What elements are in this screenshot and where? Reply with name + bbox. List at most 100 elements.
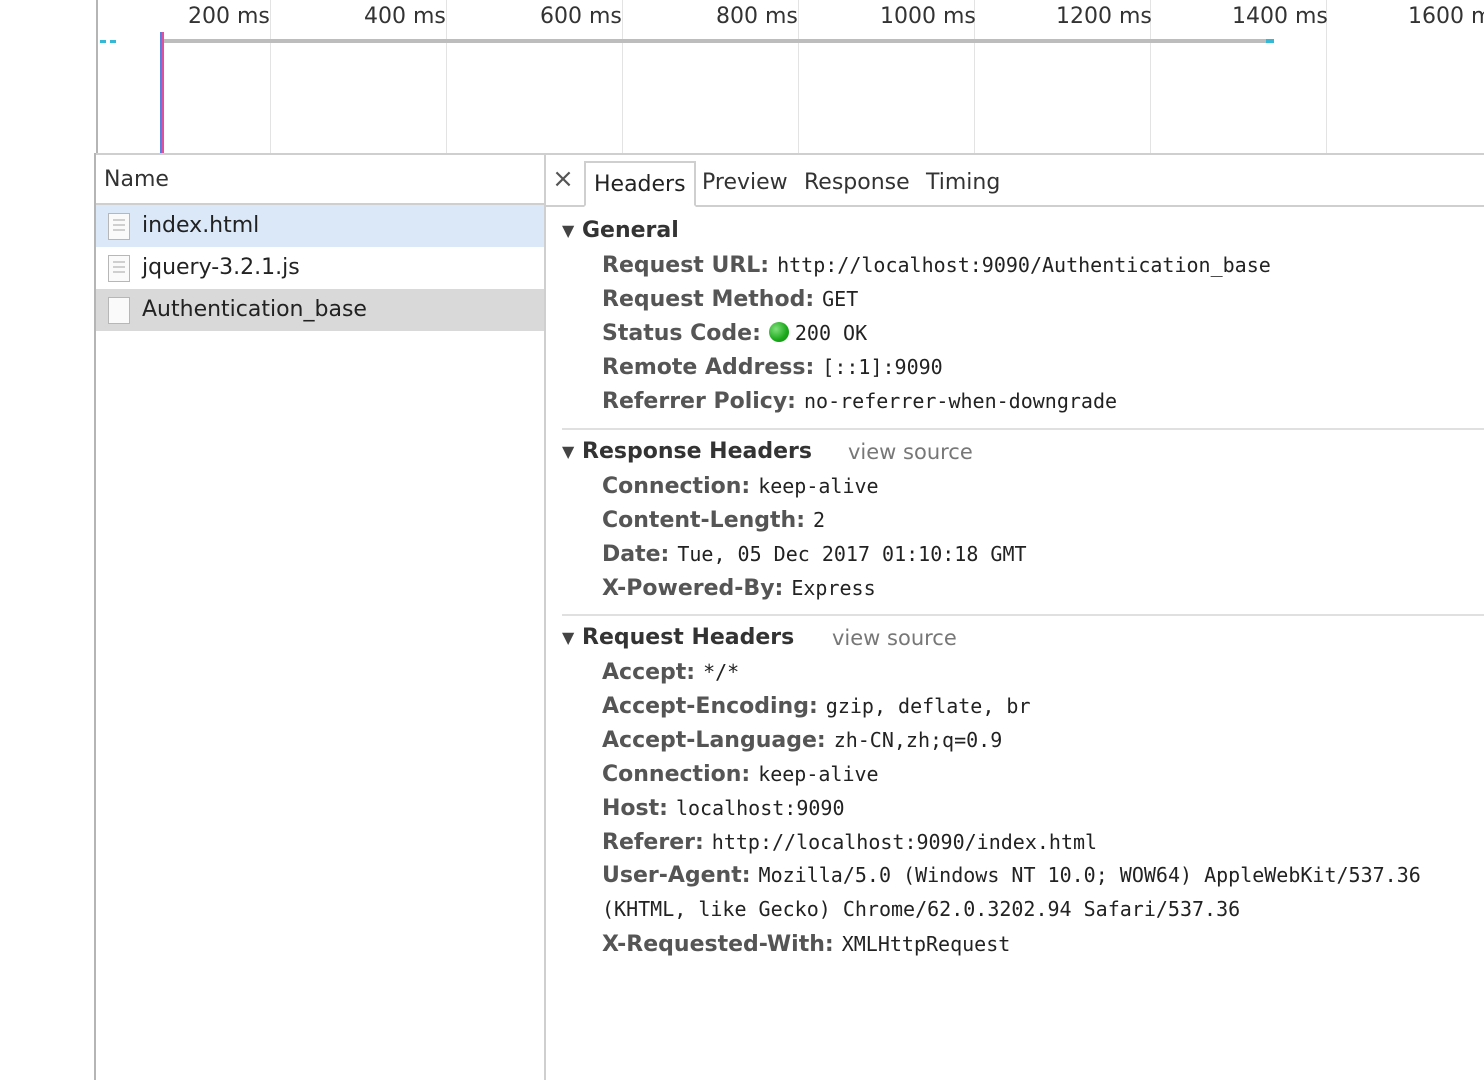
timeline-request-bar-end bbox=[1266, 39, 1274, 43]
header-value: gzip, deflate, br bbox=[825, 694, 1031, 718]
header-key: Connection: bbox=[602, 474, 751, 499]
document-icon bbox=[108, 213, 130, 240]
header-key: Remote Address: bbox=[602, 355, 815, 380]
status-ok-icon bbox=[768, 322, 789, 342]
header-key: Accept-Encoding: bbox=[602, 694, 818, 719]
header-row: Connection: keep-alive bbox=[562, 757, 1484, 791]
left-gutter bbox=[0, 153, 94, 1080]
header-row-user-agent: User-Agent: Mozilla/5.0 (Windows NT 10.0;… bbox=[562, 859, 1484, 927]
name-column-header[interactable]: Name bbox=[96, 155, 544, 205]
header-value: no-referrer-when-downgrade bbox=[803, 389, 1118, 413]
tick-label: 800 ms bbox=[716, 4, 798, 29]
header-value: http://localhost:9090/index.html bbox=[711, 830, 1098, 854]
header-key: Host: bbox=[602, 796, 668, 821]
request-row-jquery[interactable]: jquery-3.2.1.js bbox=[96, 247, 544, 289]
view-source-link[interactable]: view source bbox=[832, 621, 957, 655]
general-section-header[interactable]: ▼ General bbox=[562, 214, 1484, 248]
triangle-down-icon: ▼ bbox=[562, 442, 575, 461]
header-value: Tue, 05 Dec 2017 01:10:18 GMT bbox=[677, 542, 1027, 566]
load-event-marker bbox=[162, 32, 164, 153]
section-divider bbox=[562, 614, 1484, 616]
response-headers-section: ▼ Response Headers view source Connection… bbox=[562, 435, 1484, 605]
header-key: Accept: bbox=[602, 660, 696, 685]
request-details: × Headers Preview Response Timing ▼ Gener… bbox=[546, 155, 1484, 1080]
section-title: General bbox=[582, 218, 679, 243]
header-row: Referer: http://localhost:9090/index.html bbox=[562, 825, 1484, 859]
header-row: Accept-Encoding: gzip, deflate, br bbox=[562, 689, 1484, 723]
section-divider bbox=[562, 428, 1484, 430]
header-key: X-Powered-By: bbox=[602, 576, 784, 601]
header-value: [::1]:9090 bbox=[822, 355, 943, 379]
header-value: keep-alive bbox=[758, 474, 879, 498]
header-row: Date: Tue, 05 Dec 2017 01:10:18 GMT bbox=[562, 537, 1484, 571]
view-source-link[interactable]: view source bbox=[848, 435, 973, 469]
tick-label: 600 ms bbox=[540, 4, 622, 29]
header-value: 200 OK bbox=[794, 321, 868, 345]
close-details-button[interactable]: × bbox=[552, 164, 574, 194]
tab-response[interactable]: Response bbox=[796, 161, 918, 207]
request-row-authentication-base[interactable]: Authentication_base bbox=[96, 289, 544, 331]
header-row: Connection: keep-alive bbox=[562, 469, 1484, 503]
header-key: X-Requested-With: bbox=[602, 932, 834, 957]
header-row: X-Requested-With: XMLHttpRequest bbox=[562, 927, 1484, 961]
timeline-overview[interactable]: 200 ms 400 ms 600 ms 800 ms 1000 ms 1200… bbox=[0, 0, 1484, 155]
header-row-request-method: Request Method: GET bbox=[562, 282, 1484, 316]
section-title: Request Headers bbox=[582, 625, 795, 650]
request-headers-section-header[interactable]: ▼ Request Headers view source bbox=[562, 621, 1484, 655]
timeline-request-bar bbox=[100, 40, 106, 43]
header-row: Host: localhost:9090 bbox=[562, 791, 1484, 825]
header-row-request-url: Request URL: http://localhost:9090/Authen… bbox=[562, 248, 1484, 282]
header-value: http://localhost:9090/Authentication_bas… bbox=[777, 253, 1271, 277]
header-key: User-Agent: bbox=[602, 863, 751, 888]
header-row: Accept: */* bbox=[562, 655, 1484, 689]
triangle-down-icon: ▼ bbox=[562, 628, 575, 647]
header-key: Status Code: bbox=[602, 321, 761, 346]
timeline-request-bar bbox=[110, 40, 116, 43]
request-name: Authentication_base bbox=[142, 297, 367, 322]
timeline-left-gutter bbox=[0, 0, 96, 153]
script-file-icon bbox=[108, 255, 130, 282]
triangle-down-icon: ▼ bbox=[562, 221, 575, 240]
tab-timing[interactable]: Timing bbox=[918, 161, 1008, 207]
tab-preview[interactable]: Preview bbox=[694, 161, 796, 207]
header-key: Referrer Policy: bbox=[602, 389, 796, 414]
section-title: Response Headers bbox=[582, 439, 812, 464]
header-key: Content-Length: bbox=[602, 508, 805, 533]
request-name: index.html bbox=[142, 213, 260, 238]
header-row: X-Powered-By: Express bbox=[562, 571, 1484, 605]
header-row-status-code: Status Code: 200 OK bbox=[562, 316, 1484, 350]
header-key: Date: bbox=[602, 542, 670, 567]
header-key: Request URL: bbox=[602, 253, 770, 278]
tick-label: 1000 ms bbox=[880, 4, 976, 29]
header-value: */* bbox=[703, 660, 740, 684]
request-row-index-html[interactable]: index.html bbox=[96, 205, 544, 247]
header-key: Connection: bbox=[602, 762, 751, 787]
header-value: keep-alive bbox=[758, 762, 879, 786]
xhr-file-icon bbox=[108, 297, 130, 324]
tick-label: 1200 ms bbox=[1056, 4, 1152, 29]
response-headers-section-header[interactable]: ▼ Response Headers view source bbox=[562, 435, 1484, 469]
header-row: Content-Length: 2 bbox=[562, 503, 1484, 537]
header-value: zh-CN,zh;q=0.9 bbox=[833, 728, 1003, 752]
tick-gridline bbox=[270, 0, 271, 153]
tick-gridline bbox=[622, 0, 623, 153]
general-section: ▼ General Request URL: http://localhost:90… bbox=[562, 214, 1484, 418]
timeline-request-bar bbox=[160, 39, 1273, 43]
tick-gridline bbox=[798, 0, 799, 153]
header-row-referrer-policy: Referrer Policy: no-referrer-when-downgra… bbox=[562, 384, 1484, 418]
request-headers-section: ▼ Request Headers view source Accept: */* … bbox=[562, 621, 1484, 961]
header-value: Express bbox=[791, 576, 876, 600]
header-key: Request Method: bbox=[602, 287, 815, 312]
header-row: Accept-Language: zh-CN,zh;q=0.9 bbox=[562, 723, 1484, 757]
detail-tab-bar: × Headers Preview Response Timing bbox=[546, 155, 1484, 207]
header-key: Referer: bbox=[602, 830, 704, 855]
tick-label: 200 ms bbox=[188, 4, 270, 29]
tab-headers[interactable]: Headers bbox=[584, 161, 696, 207]
header-value: localhost:9090 bbox=[675, 796, 845, 820]
header-value: XMLHttpRequest bbox=[841, 932, 1011, 956]
tick-label: 400 ms bbox=[364, 4, 446, 29]
tick-gridline bbox=[446, 0, 447, 153]
header-value: GET bbox=[822, 287, 859, 311]
header-key: Accept-Language: bbox=[602, 728, 826, 753]
tick-label: 1600 ms bbox=[1408, 4, 1484, 29]
